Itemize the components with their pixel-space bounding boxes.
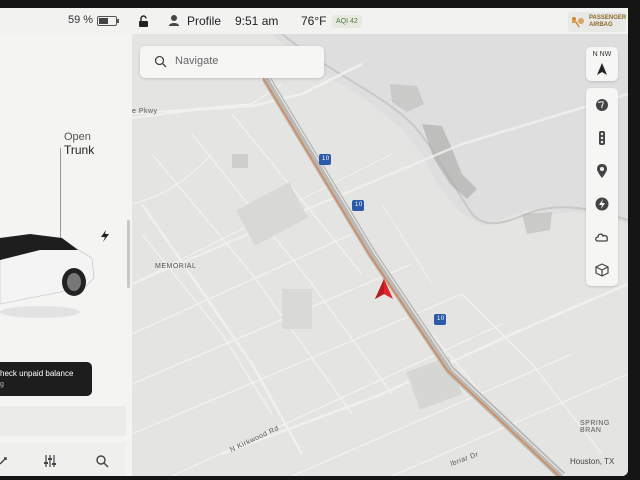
battery-fill [99,18,109,24]
highway-shield-label: 10 [355,202,363,208]
highway-shield-label: 10 [437,316,445,322]
search-icon [154,55,167,68]
navigate-search-box[interactable]: Navigate [140,46,324,78]
lock-icon[interactable] [138,15,150,28]
controls-icon[interactable] [0,454,12,468]
globe-icon[interactable] [595,98,609,112]
panel-scrollbar[interactable] [127,220,130,288]
battery-icon [97,16,119,26]
sliders-icon[interactable] [43,454,57,468]
vehicle-panel: Open Trunk heck unpaid balance g [0,34,132,476]
current-city: Houston, TX [570,457,615,466]
airbag-line2: AIRBAG [589,22,613,28]
charge-port-icon[interactable] [100,230,110,242]
status-bar: 59 % Profile 9:51 am 76°F AQI 42 PASSENG… [0,8,628,34]
unpaid-balance-toast[interactable]: heck unpaid balance g [0,362,92,396]
bottom-bar [0,442,126,476]
weather-icon[interactable] [595,230,609,244]
temperature: 76°F [301,14,327,28]
map-canvas[interactable] [132,34,628,476]
passenger-airbag-indicator: PASSENGER AIRBAG [568,12,626,32]
trunk-line2: Trunk [64,143,95,157]
map-label-pkwy: e Pkwy [132,108,158,115]
clock: 9:51 am [235,14,279,28]
airbag-icon [572,17,584,28]
aqi-badge: AQI 42 [332,15,362,28]
toast-sub: g [0,381,4,388]
vehicle-location-arrow [375,279,393,299]
map-label-spring-branch: SPRING BRAN [580,420,610,434]
car-image [0,234,95,318]
search-placeholder: Navigate [175,55,219,67]
airbag-line1: PASSENGER [589,15,627,21]
airbag-text: PASSENGER AIRBAG [589,15,626,29]
profile-icon[interactable] [168,14,180,27]
map-view[interactable]: 10 10 10 MEMORIAL e Pkwy N Kirkwood Rd S… [132,34,628,476]
pin-icon[interactable] [595,164,609,178]
compass-heading: N NW [592,51,612,58]
search-icon[interactable] [95,454,109,468]
app-dock [0,406,126,436]
map-controls [586,88,618,286]
compass-arrow-icon [597,63,607,75]
traffic-icon[interactable] [595,131,609,145]
3d-cube-icon[interactable] [595,263,609,277]
profile-label[interactable]: Profile [187,14,221,28]
battery-percent: 59 % [68,14,94,26]
toast-title: heck unpaid balance [0,369,74,378]
car-display: 10 10 10 MEMORIAL e Pkwy N Kirkwood Rd S… [0,8,628,476]
map-label-memorial: MEMORIAL [155,263,197,270]
highway-shield-label: 10 [322,156,330,162]
supercharger-icon[interactable] [595,197,609,211]
open-trunk-button[interactable]: Open Trunk [64,131,94,157]
compass-button[interactable]: N NW [586,47,618,81]
